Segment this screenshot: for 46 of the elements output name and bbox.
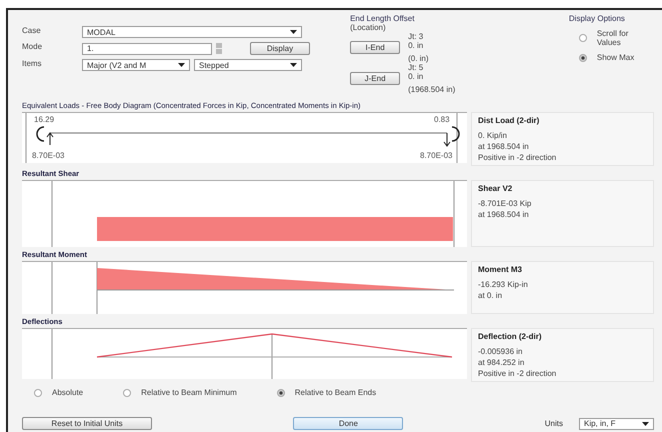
style-dropdown[interactable]: Stepped (194, 59, 302, 71)
location-value: (1968.504 in) (408, 85, 456, 94)
section-title: Display Options (568, 14, 626, 23)
force-value: 8.70E-03 (32, 151, 64, 160)
display-button[interactable]: Display (250, 42, 310, 55)
info-text: at 0. in (478, 291, 504, 300)
info-text: at 1968.504 in (478, 210, 530, 219)
offset-value: 0. in (408, 41, 424, 52)
info-title: Deflection (2-dir) (478, 332, 543, 341)
info-text: Positive in -2 direction (478, 153, 558, 162)
case-dropdown[interactable]: MODAL (82, 26, 302, 38)
info-title: Moment M3 (478, 265, 523, 274)
joint-label: Jt: 3 (408, 32, 424, 41)
items-dropdown[interactable]: Major (V2 and M (82, 59, 190, 71)
joint-label: Jt: 5 (408, 63, 424, 72)
info-text: -16.293 Kip-in (478, 280, 529, 289)
items-label: Items (22, 59, 43, 70)
info-text: -0.005936 in (478, 347, 524, 356)
units-dropdown[interactable]: Kip, in, F (578, 418, 654, 430)
reset-button[interactable]: Reset to Initial Units (22, 417, 152, 430)
radio-label: Absolute (52, 388, 84, 397)
moment-value: 0.83 (434, 115, 450, 124)
info-text: Positive in -2 direction (478, 369, 558, 378)
info-text: at 984.252 in (478, 358, 526, 367)
end-button[interactable]: J-End (350, 72, 400, 85)
info-title: Shear V2 (478, 184, 514, 193)
radio-label: Relative to Beam Ends (294, 388, 376, 397)
section-subtitle: (Location) (350, 23, 387, 32)
info-text: -8.701E-03 Kip (478, 199, 532, 208)
force-value: 8.70E-03 (420, 151, 452, 160)
radio-label: Relative to Beam Minimum (141, 388, 237, 397)
info-title: Dist Load (2-dir) (478, 116, 540, 125)
case-label: Case (22, 26, 42, 37)
info-text: at 1968.504 in (478, 142, 530, 151)
mode-field[interactable]: 1. (82, 42, 212, 54)
units-label: Units (544, 419, 563, 428)
done-button[interactable]: Done (293, 417, 404, 430)
location-value: (0. in) (408, 54, 430, 63)
radio-label: Scroll for Values (596, 29, 630, 47)
offset-value: 0. in (408, 72, 424, 83)
moment-value: 16.29 (34, 115, 54, 124)
mode-label: Mode (22, 42, 44, 53)
section-title: End Length Offset (350, 14, 416, 23)
end-button[interactable]: I-End (350, 41, 400, 54)
radio-label: Show Max (596, 53, 634, 62)
info-text: 0. Kip/in (478, 131, 508, 140)
